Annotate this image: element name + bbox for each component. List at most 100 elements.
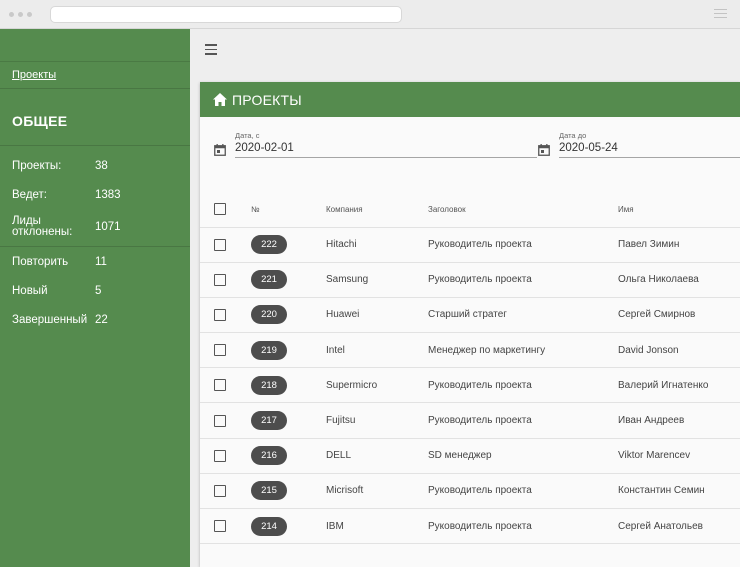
cell-title: Руководитель проекта	[428, 508, 618, 545]
date-to-label: Дата до	[559, 131, 587, 140]
cell-name: Валерий Игнатенко	[618, 367, 740, 404]
cell-name: David Jonson	[618, 332, 740, 369]
project-number-badge: 214	[251, 516, 287, 536]
column-header-name[interactable]: Имя	[618, 192, 740, 228]
stat-completed: Завершенный 22	[12, 314, 182, 326]
projects-card: ПРОЕКТЫ Дата, с 2020-02-01 Дата до 2020-…	[200, 82, 740, 567]
stat-label: Новый	[12, 284, 48, 297]
project-number-badge: 215	[251, 481, 287, 501]
project-number-badge: 220	[251, 305, 287, 325]
calendar-icon[interactable]	[214, 144, 226, 156]
stat-label: Завершенный	[12, 313, 88, 326]
app-bar	[190, 29, 740, 67]
cell-company: IBM	[326, 508, 428, 545]
stat-label: Ведет:	[12, 188, 47, 201]
stat-leads-rejected: Лиды отклонены: 1071	[12, 215, 182, 238]
stat-leads: Ведет: 1383	[12, 189, 182, 201]
stat-label: Проекты:	[12, 159, 62, 172]
row-checkbox[interactable]	[214, 484, 226, 497]
card-header: ПРОЕКТЫ	[200, 82, 740, 117]
project-number-badge: 216	[251, 446, 287, 466]
home-icon	[213, 93, 227, 106]
window-controls[interactable]	[9, 12, 32, 17]
date-from-label: Дата, с	[235, 131, 260, 140]
row-checkbox[interactable]	[214, 273, 226, 286]
table-row[interactable]: 215 Micrisoft Руководитель проекта Констант…	[200, 473, 740, 510]
table-row[interactable]: 221 Samsung Руководитель проекта Ольга Нико…	[200, 262, 740, 298]
stat-value: 1383	[95, 189, 121, 201]
hamburger-icon[interactable]	[205, 44, 217, 58]
cell-name: Сергей Смирнов	[618, 297, 740, 334]
cell-name: Viktor Marencev	[618, 438, 740, 474]
cell-company: Intel	[326, 332, 428, 369]
browser-toolbar	[0, 0, 740, 29]
stat-new: Новый 5	[12, 285, 182, 297]
cell-name: Павел Зимин	[618, 227, 740, 263]
table-row[interactable]: 217 Fujitsu Руководитель проекта Иван Андре…	[200, 402, 740, 439]
window-maximize-dot[interactable]	[27, 12, 32, 17]
stat-value: 38	[95, 160, 108, 172]
stat-value: 22	[95, 314, 108, 326]
cell-title: Руководитель проекта	[428, 473, 618, 510]
stat-value: 11	[95, 256, 107, 268]
project-number-badge: 218	[251, 375, 287, 395]
browser-menu-icon[interactable]	[714, 9, 727, 21]
select-all-checkbox[interactable]	[214, 203, 226, 216]
divider	[0, 246, 190, 247]
table-row[interactable]: 222 Hitachi Руководитель проекта Павел Зими…	[200, 227, 740, 263]
cell-company: Hitachi	[326, 227, 428, 263]
address-bar[interactable]	[50, 6, 402, 23]
project-number-badge: 221	[251, 270, 287, 290]
column-header-title[interactable]: Заголовок	[428, 192, 618, 228]
cell-title: Руководитель проекта	[428, 262, 618, 298]
column-header-number[interactable]: №	[251, 192, 326, 228]
table-row[interactable]: 219 Intel Менеджер по маркетингу David Jons…	[200, 332, 740, 369]
row-checkbox[interactable]	[214, 520, 226, 533]
row-checkbox[interactable]	[214, 308, 226, 321]
table-row[interactable]: 218 Supermicro Руководитель проекта Валерий…	[200, 367, 740, 404]
date-to-field[interactable]: Дата до 2020-05-24	[538, 131, 740, 158]
window-close-dot[interactable]	[9, 12, 14, 17]
cell-company: Huawei	[326, 297, 428, 334]
date-from-field[interactable]: Дата, с 2020-02-01	[214, 131, 537, 158]
cell-name: Сергей Анатольев	[618, 508, 740, 545]
row-checkbox[interactable]	[214, 449, 226, 462]
stat-label: Лиды отклонены:	[12, 215, 73, 238]
row-checkbox[interactable]	[214, 379, 226, 392]
cell-company: Micrisoft	[326, 473, 428, 510]
stat-value: 1071	[95, 221, 121, 233]
column-header-company[interactable]: Компания	[326, 192, 428, 228]
cell-title: Старший стратег	[428, 297, 618, 334]
project-number-badge: 222	[251, 235, 287, 255]
table-row[interactable]: 214 IBM Руководитель проекта Сергей Анатоль…	[200, 508, 740, 545]
cell-title: Руководитель проекта	[428, 402, 618, 439]
row-checkbox[interactable]	[214, 238, 226, 251]
cell-title: Руководитель проекта	[428, 367, 618, 404]
sidebar-link-projects[interactable]: Проекты	[12, 69, 56, 81]
calendar-icon[interactable]	[538, 144, 550, 156]
sidebar-heading: ОБЩЕЕ	[12, 113, 68, 129]
window-minimize-dot[interactable]	[18, 12, 23, 17]
cell-title: Менеджер по маркетингу	[428, 332, 618, 369]
cell-name: Константин Семин	[618, 473, 740, 510]
date-to-input[interactable]: 2020-05-24	[559, 142, 740, 158]
sidebar: Проекты ОБЩЕЕ Проекты: 38 Ведет: 1383 Ли…	[0, 29, 190, 567]
stat-projects: Проекты: 38	[12, 160, 182, 172]
stat-value: 5	[95, 285, 102, 297]
cell-name: Ольга Николаева	[618, 262, 740, 298]
table-row[interactable]: 220 Huawei Старший стратег Сергей Смирнов	[200, 297, 740, 334]
row-checkbox[interactable]	[214, 414, 226, 427]
cell-title: SD менеджер	[428, 438, 618, 474]
sidebar-top	[0, 29, 190, 62]
projects-table: № Компания Заголовок Имя 222 Hitachi Руков…	[200, 192, 740, 545]
cell-company: Fujitsu	[326, 402, 428, 439]
table-row[interactable]: 216 DELL SD менеджер Viktor Marencev	[200, 438, 740, 474]
row-checkbox[interactable]	[214, 344, 226, 357]
card-title: ПРОЕКТЫ	[232, 91, 302, 108]
divider	[0, 145, 190, 146]
cell-company: Supermicro	[326, 367, 428, 404]
stat-label: Повторить	[12, 255, 69, 268]
project-number-badge: 219	[251, 340, 287, 360]
date-from-input[interactable]: 2020-02-01	[235, 142, 537, 158]
cell-company: DELL	[326, 438, 428, 474]
